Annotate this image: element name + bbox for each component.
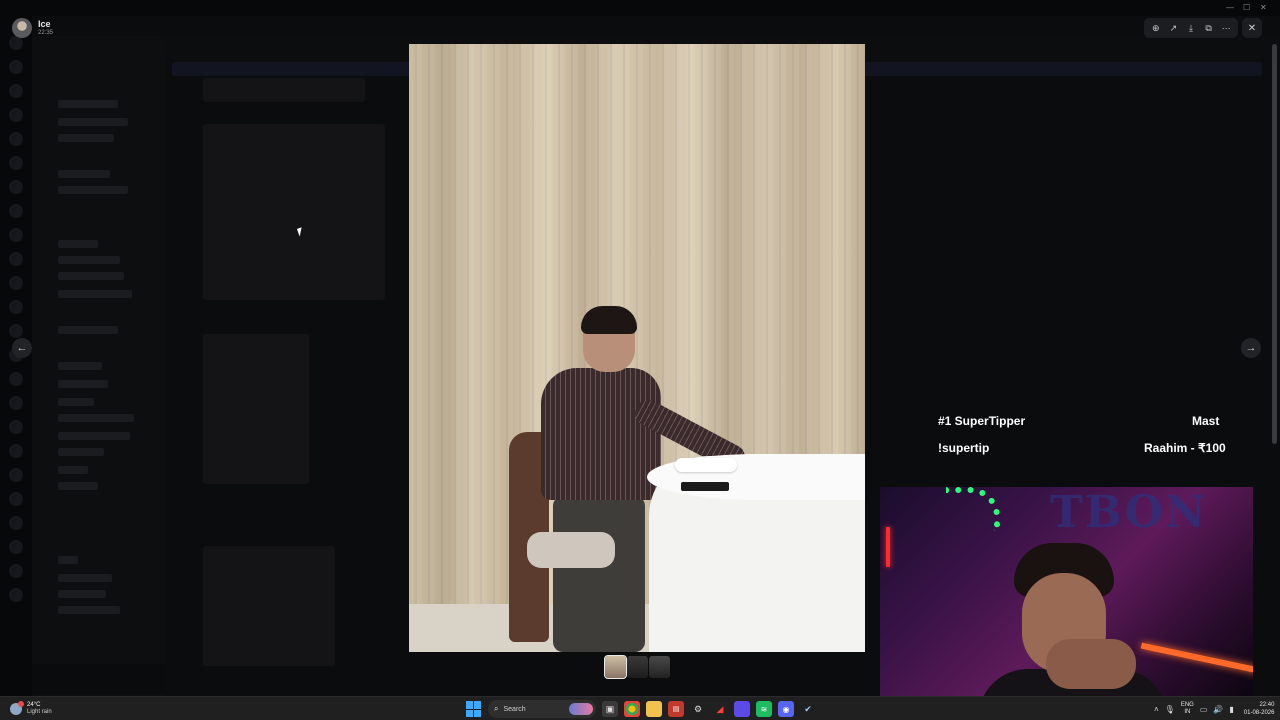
viewer-toolbar: ⊕ ↗ ⤓ ⧉ ⋯ <box>1144 18 1238 38</box>
weather-description: Light rain <box>27 709 52 715</box>
weather-widget[interactable]: 24°C Light rain <box>10 700 52 718</box>
background-image <box>203 334 309 484</box>
clock[interactable]: 22:40 01-08-2026 <box>1244 701 1275 717</box>
file-explorer-icon[interactable] <box>646 701 662 717</box>
volume-icon[interactable]: 🔊 <box>1213 705 1223 714</box>
language-region: IN <box>1184 709 1191 715</box>
microphone-icon[interactable]: 🎙 <box>1165 705 1175 714</box>
thumbnail-3[interactable] <box>649 656 670 678</box>
taskbar-apps: ⌕ Search ▣ ▤ ⚙ ◢ ≋ ◉ ✔ <box>466 699 816 719</box>
zoom-in-icon[interactable]: ⊕ <box>1149 21 1163 35</box>
viewer-header: Ice 22:35 ⊕ ↗ ⤓ ⧉ ⋯ ✕ <box>0 16 1280 42</box>
weather-icon <box>10 701 24 715</box>
background-user-panel <box>32 664 166 694</box>
post-time: 22:35 <box>38 30 54 36</box>
supertip-command: !supertip <box>938 441 990 455</box>
author-name[interactable]: Ice <box>38 19 51 29</box>
capcut-icon[interactable]: ◢ <box>712 701 728 717</box>
forward-icon[interactable]: ↗ <box>1166 21 1180 35</box>
background-titlebar <box>0 0 1280 16</box>
background-image <box>203 78 365 102</box>
thumbnail-2[interactable] <box>627 656 648 678</box>
taskbar: 24°C Light rain ⌕ Search ▣ ▤ ⚙ ◢ ≋ ◉ ✔ ˄… <box>0 696 1280 720</box>
language-indicator[interactable]: ENG IN <box>1181 702 1194 716</box>
settings-icon[interactable]: ⚙ <box>690 701 706 717</box>
battery-icon[interactable]: ▮ <box>1229 705 1233 714</box>
next-image-button[interactable]: → <box>1241 338 1261 358</box>
search-label: Search <box>503 705 526 713</box>
tray-overflow-icon[interactable]: ˄ <box>1154 705 1159 714</box>
chrome-icon[interactable] <box>624 701 640 717</box>
grid-app-icon[interactable] <box>734 701 750 717</box>
system-tray: ˄ 🎙 ENG IN ▭ 🔊 ▮ 22:40 01-08-2026 <box>1154 699 1274 719</box>
clock-date: 01-08-2026 <box>1243 710 1275 716</box>
start-icon[interactable] <box>466 701 482 717</box>
calendar-app-icon[interactable]: ▤ <box>668 701 684 717</box>
maximize-icon[interactable]: ☐ <box>1243 3 1250 12</box>
background-channel-list <box>32 36 166 696</box>
thumbnail-1[interactable] <box>604 655 627 679</box>
background-image <box>203 124 385 300</box>
latest-tip: Raahim - ₹100 <box>1144 441 1226 455</box>
open-external-icon[interactable]: ⧉ <box>1202 21 1216 35</box>
scrollbar[interactable] <box>1272 44 1277 444</box>
clock-time: 22:40 <box>1259 702 1275 708</box>
network-icon[interactable]: ▭ <box>1200 705 1208 714</box>
close-viewer-button[interactable]: ✕ <box>1242 18 1262 38</box>
minimize-icon[interactable]: — <box>1226 3 1234 12</box>
supertipper-label: #1 SuperTipper <box>938 414 1026 428</box>
discord-icon[interactable]: ◉ <box>778 701 794 717</box>
more-icon[interactable]: ⋯ <box>1219 21 1233 35</box>
language-code: ENG <box>1180 702 1194 708</box>
spotify-icon[interactable]: ≋ <box>756 701 772 717</box>
thumbnail-strip <box>604 655 670 679</box>
task-view-icon[interactable]: ▣ <box>602 701 618 717</box>
webcam-feed: TBON <box>880 487 1253 696</box>
background-image <box>203 546 335 666</box>
taskbar-search[interactable]: ⌕ Search <box>488 700 596 718</box>
search-icon: ⌕ <box>494 704 499 713</box>
window-close-icon[interactable]: ✕ <box>1260 3 1267 12</box>
steam-icon[interactable]: ✔ <box>800 701 816 717</box>
avatar[interactable] <box>12 18 32 38</box>
weather-temperature: 24°C <box>27 702 41 708</box>
supertipper-name: Mast <box>1192 414 1220 428</box>
main-image[interactable] <box>409 44 865 652</box>
download-icon[interactable]: ⤓ <box>1184 21 1198 35</box>
previous-image-button[interactable]: ← <box>12 338 32 358</box>
